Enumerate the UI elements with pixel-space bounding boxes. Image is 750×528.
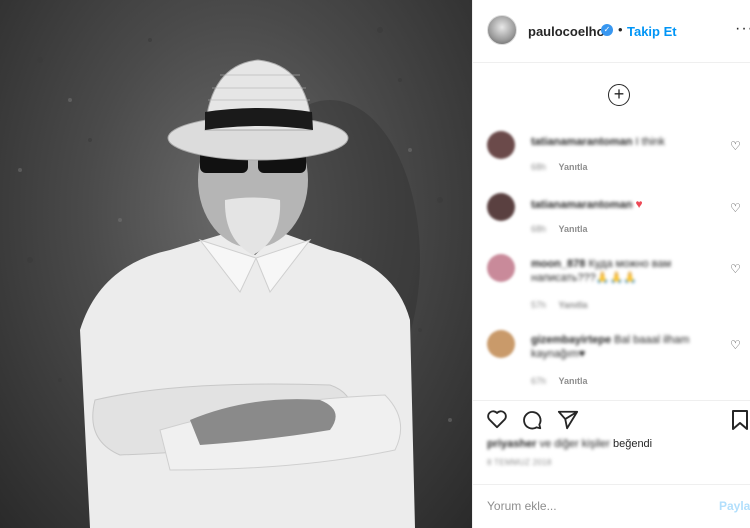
comment-meta: 68h Yanıtla xyxy=(531,162,588,172)
comment-username[interactable]: tatianamarantoman xyxy=(531,136,632,148)
comment-body: I think xyxy=(635,136,665,148)
post-date[interactable]: 8 TEMMUZ 2018 xyxy=(487,458,552,467)
comment-meta: 57h Yanıtla xyxy=(531,300,588,310)
comment-meta: 67h Yanıtla xyxy=(531,376,588,386)
comment-username[interactable]: moon_878 xyxy=(531,258,585,270)
liker-username[interactable]: priyasher xyxy=(487,438,537,450)
comment-like-icon[interactable]: ♡ xyxy=(730,201,741,215)
liked-by-others[interactable]: ve diğer kişiler xyxy=(540,438,610,450)
comment-time: 67h xyxy=(531,376,547,386)
post-side-panel: paulocoelho ✓ • Takip Et ··· + tatianama… xyxy=(472,0,750,528)
save-bookmark-icon[interactable] xyxy=(731,409,749,436)
comment-text: moon_878 Куда можно вам написать???🙏🙏🙏 xyxy=(531,257,721,285)
comment-avatar[interactable] xyxy=(487,330,515,358)
comment-avatar[interactable] xyxy=(487,193,515,221)
comment-time: 68h xyxy=(531,162,547,172)
author-avatar[interactable] xyxy=(487,15,517,45)
post-comment-button[interactable]: Paylaş xyxy=(719,499,750,513)
reply-button[interactable]: Yanıtla xyxy=(559,162,588,172)
liked-by-text: priyasher ve diğer kişiler beğendi xyxy=(487,438,652,450)
separator-dot: • xyxy=(618,22,623,37)
post-header: paulocoelho ✓ • Takip Et ··· xyxy=(473,0,750,63)
author-username[interactable]: paulocoelho xyxy=(528,24,605,39)
comment-input[interactable]: Yorum ekle... xyxy=(487,499,557,513)
comment-username[interactable]: gizembayirtepe xyxy=(531,334,611,346)
comment-meta: 68h Yanıtla xyxy=(531,224,588,234)
like-heart-icon[interactable] xyxy=(486,409,508,434)
reply-button[interactable]: Yanıtla xyxy=(559,376,588,386)
photo-illustration xyxy=(18,27,452,528)
post-actions-bar xyxy=(473,400,750,440)
load-more-comments-button[interactable]: + xyxy=(608,84,630,106)
add-comment-section: Yorum ekle... Paylaş xyxy=(473,484,750,528)
verified-badge-icon: ✓ xyxy=(601,24,613,36)
comment-like-icon[interactable]: ♡ xyxy=(730,139,741,153)
reply-button[interactable]: Yanıtla xyxy=(559,224,588,234)
comment-time: 68h xyxy=(531,224,547,234)
comment-like-icon[interactable]: ♡ xyxy=(730,338,741,352)
comment-text: tatianamarantoman I think xyxy=(531,135,721,149)
follow-button[interactable]: Takip Et xyxy=(627,24,677,39)
comment-text: gizembayirtepe Bal baaal ilham kaynağım♥ xyxy=(531,333,721,361)
post-photo[interactable] xyxy=(0,0,472,528)
liked-by-suffix: beğendi xyxy=(612,438,653,450)
comment-text: tatianamarantoman ♥ xyxy=(531,197,721,212)
comment-avatar[interactable] xyxy=(487,131,515,159)
comment-bubble-icon[interactable] xyxy=(521,409,543,436)
reply-button[interactable]: Yanıtla xyxy=(559,300,588,310)
comment-like-icon[interactable]: ♡ xyxy=(730,262,741,276)
comment-time: 57h xyxy=(531,300,547,310)
more-options-icon[interactable]: ··· xyxy=(735,20,750,38)
comment-avatar[interactable] xyxy=(487,254,515,282)
comment-body: ♥ xyxy=(635,197,643,211)
comment-username[interactable]: tatianamarantoman xyxy=(531,199,632,211)
share-send-icon[interactable] xyxy=(557,409,579,436)
